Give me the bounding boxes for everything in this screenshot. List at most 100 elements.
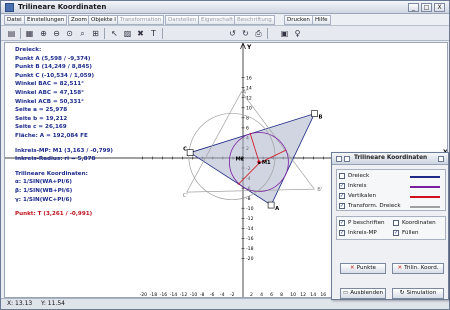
toolbar-separator xyxy=(162,28,163,39)
p-beschriften-label: P beschriften xyxy=(348,220,385,226)
info-line: Punkt C (-10,534 / 1,059) xyxy=(15,72,95,79)
menu-darstellen[interactable]: Darstellen xyxy=(165,15,200,25)
label-a: A xyxy=(275,206,279,212)
menu-datei[interactable]: Datei xyxy=(4,15,25,25)
punkte-button[interactable]: ✕ Punkte xyxy=(340,263,386,274)
print-icon[interactable]: ⎙ xyxy=(253,28,264,39)
trash-icon[interactable]: ✖ xyxy=(135,28,146,39)
y-tick-label: 16 xyxy=(246,75,252,81)
row-transform-dreieck[interactable]: ✓ Transform. Dreieck xyxy=(337,202,445,211)
info-panel: Dreieck: Punkt A (5,598 / -9,374) Punkt … xyxy=(15,46,145,219)
toolbar: ▤ ▦ ⊕ ⊖ ⊙ ⌕ ⊞ ↖ ▨ ✖ T ↺ ↻ ⎙ ▣ ♀ xyxy=(1,26,449,41)
row-inkreis[interactable]: ✓ Inkreis xyxy=(337,182,445,191)
zoom-in-icon[interactable]: ⊕ xyxy=(38,28,49,39)
menu-transformation[interactable]: Transformation xyxy=(117,15,165,25)
zoom-window-icon[interactable]: ⊞ xyxy=(90,28,101,39)
opt-koordinaten[interactable]: Koordinaten xyxy=(391,219,445,228)
vertikalen-checkbox[interactable]: ✓ xyxy=(339,193,345,199)
menu-zoom[interactable]: Zoom xyxy=(68,15,90,25)
label-b-prime: B' xyxy=(317,187,322,193)
fuellen-label: Füllen xyxy=(402,230,419,236)
redo-icon[interactable]: ↻ xyxy=(240,28,251,39)
y-tick-label: -20 xyxy=(246,256,254,262)
status-x: X: 13.13 xyxy=(7,300,33,307)
label-m2: M2 xyxy=(235,157,244,163)
info-incircle-center: Inkreis-MP: M1 (3,163 / -0,799) xyxy=(15,147,113,154)
fill-icon[interactable]: ▨ xyxy=(122,28,133,39)
koordinaten-checkbox[interactable] xyxy=(393,220,399,226)
point-t xyxy=(258,161,261,165)
trilinear-line: β: 1/SIN(WB+PI/6) xyxy=(15,187,73,194)
inkreis-mp-checkbox[interactable]: ✓ xyxy=(339,230,345,236)
label-a-prime: A' xyxy=(242,90,247,96)
simulation-button[interactable]: ↻ Simulation xyxy=(392,288,444,299)
key-icon[interactable]: ♀ xyxy=(292,28,303,39)
handle-a xyxy=(267,201,275,209)
row-vertikalen[interactable]: ✓ Vertikalen xyxy=(337,192,445,201)
x-icon: ✕ xyxy=(397,265,403,271)
info-line: Seite a = 25,978 xyxy=(15,107,68,114)
undo-icon[interactable]: ↺ xyxy=(227,28,238,39)
title-bar[interactable]: Trilineare Koordinaten _ □ X xyxy=(1,1,449,14)
menu-beschriftung[interactable]: Beschriftung xyxy=(234,15,275,25)
display-group: Dreieck ✓ Inkreis ✓ Vertikalen ✓ Transfo… xyxy=(336,169,446,211)
dreieck-checkbox[interactable] xyxy=(339,173,345,179)
menu-objekte[interactable]: Objekte I xyxy=(88,15,119,25)
info-line: Punkt B (14,249 / 8,845) xyxy=(15,64,92,71)
maximize-button[interactable]: □ xyxy=(421,3,432,12)
dreieck-label: Dreieck xyxy=(348,173,370,179)
panel-min-icon[interactable] xyxy=(336,156,342,162)
trilinear-heading: Trilineare Koordinaten: xyxy=(15,170,88,177)
vertikalen-label: Vertikalen xyxy=(348,193,376,199)
y-tick-label: -18 xyxy=(246,246,254,252)
opt-fuellen[interactable]: ✓ Füllen xyxy=(391,229,445,238)
app-icon xyxy=(5,3,14,12)
toolbar-separator xyxy=(20,28,21,39)
clipboard-icon[interactable]: ▤ xyxy=(6,28,17,39)
transform-checkbox[interactable]: ✓ xyxy=(339,203,345,209)
app-window: Trilineare Koordinaten _ □ X Datei Einst… xyxy=(0,0,450,310)
y-tick-label: -14 xyxy=(246,226,254,232)
info-line: Punkt A (5,598 / -9,374) xyxy=(15,55,91,62)
menu-hilfe[interactable]: Hilfe xyxy=(312,15,331,25)
info-incircle-radius: Inkreis-Radius: ri = 5,878 xyxy=(15,156,96,163)
close-button[interactable]: X xyxy=(434,3,445,12)
panel-close-icon[interactable] xyxy=(438,156,444,162)
zoom-fit-icon[interactable]: ⊙ xyxy=(64,28,75,39)
info-line: Winkel ABC = 47,158° xyxy=(15,89,84,96)
ausblenden-button[interactable]: ▭ Ausblenden xyxy=(340,288,386,299)
menu-eigenschaft[interactable]: Eigenschaft xyxy=(198,15,237,25)
point-t-readout: Punkt: T (3,261 / -0,991) xyxy=(15,211,93,218)
label-m1: M1 xyxy=(262,160,271,166)
minimize-button[interactable]: _ xyxy=(408,3,419,12)
handle-c xyxy=(186,149,194,156)
p-beschriften-checkbox[interactable]: ✓ xyxy=(339,220,345,226)
transform-color-swatch xyxy=(410,206,440,208)
zoom-area-icon[interactable]: ⌕ xyxy=(77,28,88,39)
info-line: Winkel BAC = 82,511° xyxy=(15,81,84,88)
label-b: B xyxy=(319,115,323,121)
transform-label: Transform. Dreieck xyxy=(348,203,401,209)
row-dreieck[interactable]: Dreieck xyxy=(337,172,445,181)
menu-drucken[interactable]: Drucken xyxy=(284,15,313,25)
y-tick-label: 6 xyxy=(246,126,249,132)
panel-restore-icon[interactable] xyxy=(344,156,350,162)
opt-inkreis-mp[interactable]: ✓ Inkreis-MP xyxy=(337,229,389,238)
trilinear-line: γ: 1/SIN(WC+PI/6) xyxy=(15,196,72,203)
trilin-koord-button[interactable]: ✕ Trilin. Koord. xyxy=(392,263,444,274)
koordinaten-label: Koordinaten xyxy=(402,220,436,226)
menu-einstellungen[interactable]: Einstellungen xyxy=(24,15,68,25)
fuellen-checkbox[interactable]: ✓ xyxy=(393,230,399,236)
opt-p-beschriften[interactable]: ✓ P beschriften xyxy=(337,219,389,228)
inkreis-checkbox[interactable]: ✓ xyxy=(339,183,345,189)
arrow-icon[interactable]: ↖ xyxy=(109,28,120,39)
refresh-icon: ↻ xyxy=(399,290,405,296)
zoom-out-icon[interactable]: ⊖ xyxy=(51,28,62,39)
panel-title-bar[interactable]: Trilineare Koordinaten xyxy=(332,153,448,165)
ausblenden-button-label: Ausblenden xyxy=(350,290,384,296)
text-icon[interactable]: T xyxy=(148,28,159,39)
lock-icon[interactable]: ▣ xyxy=(279,28,290,39)
menu-bar: Datei Einstellungen Zoom Objekte I Trans… xyxy=(1,14,449,26)
handle-b xyxy=(311,110,318,117)
grid-icon[interactable]: ▦ xyxy=(24,28,35,39)
